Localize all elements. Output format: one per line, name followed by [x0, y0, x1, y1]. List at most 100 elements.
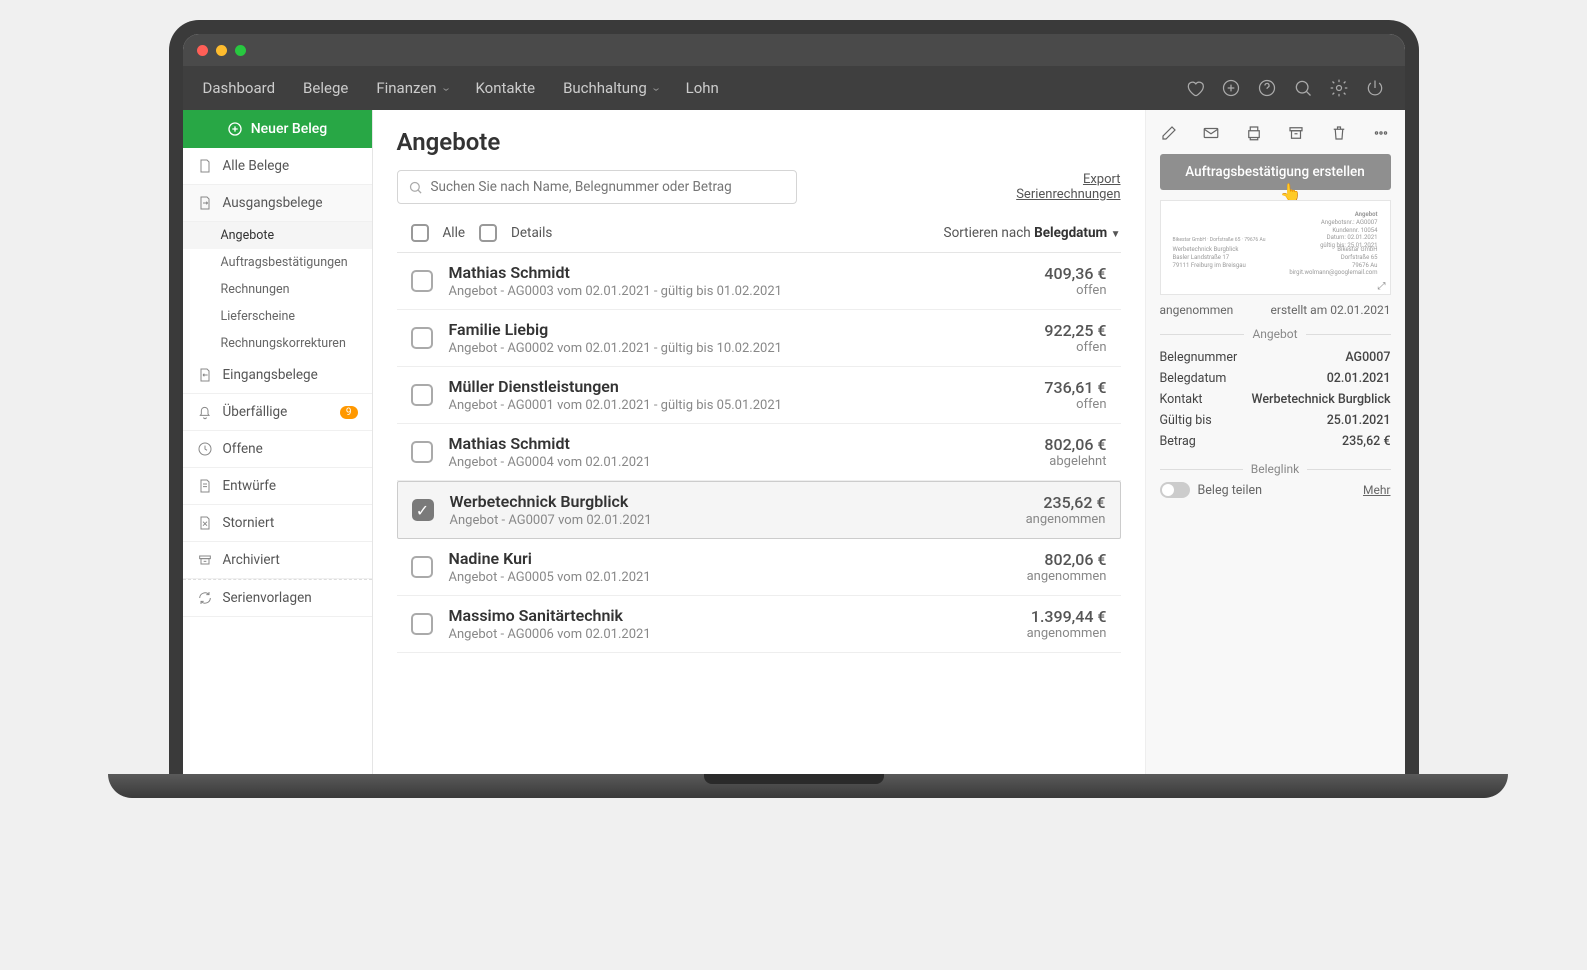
section-angebot: Angebot	[1160, 327, 1391, 341]
search-box[interactable]	[397, 170, 797, 204]
heart-icon[interactable]	[1185, 78, 1205, 98]
new-beleg-label: Neuer Beleg	[251, 121, 328, 137]
row-checkbox[interactable]	[411, 384, 433, 406]
details-checkbox[interactable]	[479, 224, 497, 242]
sidebar-angebote[interactable]: Angebote	[183, 222, 372, 249]
section-beleglink: Beleglink	[1160, 462, 1391, 476]
nav-dashboard[interactable]: Dashboard	[203, 79, 276, 97]
edit-icon[interactable]	[1160, 124, 1178, 142]
mehr-link[interactable]: Mehr	[1363, 483, 1391, 497]
export-link[interactable]: Export	[1016, 172, 1120, 187]
row-meta: Angebot - AG0005 vom 02.01.2021	[449, 570, 1027, 585]
row-meta: Angebot - AG0003 vom 02.01.2021 - gültig…	[449, 284, 1045, 299]
new-beleg-button[interactable]: Neuer Beleg	[183, 110, 372, 148]
archive-icon[interactable]	[1287, 124, 1305, 142]
serienrechnungen-link[interactable]: Serienrechnungen	[1016, 187, 1120, 202]
create-order-confirmation-button[interactable]: Auftragsbestätigung erstellen 👆	[1160, 154, 1391, 190]
expand-icon[interactable]: ⤢	[1378, 281, 1386, 292]
row-status: offen	[1044, 397, 1106, 412]
search-icon[interactable]	[1293, 78, 1313, 98]
row-checkbox[interactable]	[411, 327, 433, 349]
beleg-teilen-label: Beleg teilen	[1198, 483, 1263, 498]
row-checkbox[interactable]	[411, 270, 433, 292]
sidebar-offene[interactable]: Offene	[183, 431, 372, 468]
row-name: Werbetechnick Burgblick	[450, 492, 1026, 511]
mail-icon[interactable]	[1202, 124, 1220, 142]
sidebar-auftragsbestaetigungen[interactable]: Auftragsbestätigungen	[183, 249, 372, 276]
row-name: Massimo Sanitärtechnik	[449, 606, 1027, 625]
label-details: Details	[511, 225, 552, 241]
window-close-icon[interactable]	[197, 45, 208, 56]
sidebar-archiviert[interactable]: Archiviert	[183, 542, 372, 579]
nav-lohn[interactable]: Lohn	[686, 79, 719, 97]
row-meta: Angebot - AG0001 vom 02.01.2021 - gültig…	[449, 398, 1045, 413]
detail-field: BelegnummerAG0007	[1160, 347, 1391, 368]
nav-belege[interactable]: Belege	[303, 79, 348, 97]
row-amount: 409,36 €	[1044, 264, 1106, 283]
plus-circle-icon[interactable]	[1221, 78, 1241, 98]
row-name: Mathias Schmidt	[449, 434, 1045, 453]
beleg-teilen-toggle[interactable]	[1160, 482, 1190, 498]
more-icon[interactable]	[1372, 124, 1390, 142]
power-icon[interactable]	[1365, 78, 1385, 98]
row-checkbox[interactable]	[411, 441, 433, 463]
row-name: Nadine Kuri	[449, 549, 1027, 568]
list-row[interactable]: ✓ Werbetechnick Burgblick Angebot - AG0007…	[397, 481, 1121, 539]
list-row[interactable]: Mathias SchmidtAngebot - AG0003 vom 02.0…	[397, 253, 1121, 310]
document-icon	[197, 158, 213, 174]
sidebar-alle-belege[interactable]: Alle Belege	[183, 148, 372, 185]
search-input[interactable]	[431, 179, 786, 195]
row-amount: 1.399,44 €	[1027, 607, 1107, 626]
archive-icon	[197, 552, 213, 568]
sidebar-storniert[interactable]: Storniert	[183, 505, 372, 542]
row-status: angenommen	[1027, 626, 1107, 641]
plus-circle-icon	[227, 121, 243, 137]
sidebar-entwuerfe[interactable]: Entwürfe	[183, 468, 372, 505]
row-checkbox[interactable]: ✓	[412, 499, 434, 521]
sort-dropdown[interactable]: Sortieren nach Belegdatum ▼	[944, 225, 1121, 241]
search-icon	[408, 180, 423, 195]
top-nav: Dashboard Belege Finanzen Kontakte Buchh…	[183, 66, 1405, 110]
window-minimize-icon[interactable]	[216, 45, 227, 56]
detail-created: erstellt am 02.01.2021	[1271, 303, 1391, 317]
sidebar.lieferscheine[interactable]: Lieferscheine	[183, 303, 372, 330]
select-all-checkbox[interactable]	[411, 224, 429, 242]
sidebar-ausgangsbelege[interactable]: Ausgangsbelege	[183, 185, 372, 222]
window-maximize-icon[interactable]	[235, 45, 246, 56]
list-row[interactable]: Familie Liebig Angebot - AG0002 vom 02.01…	[397, 310, 1121, 367]
print-icon[interactable]	[1245, 124, 1263, 142]
row-meta: Angebot - AG0007 vom 02.01.2021	[450, 513, 1026, 528]
row-checkbox[interactable]	[411, 556, 433, 578]
nav-finanzen[interactable]: Finanzen	[376, 79, 447, 97]
window-titlebar	[183, 34, 1405, 66]
list-row[interactable]: Massimo Sanitärtechnik Angebot - AG0006 v…	[397, 596, 1121, 653]
row-status: offen	[1044, 283, 1106, 298]
help-icon[interactable]	[1257, 78, 1277, 98]
chevron-down-icon	[651, 79, 658, 97]
sidebar-eingangsbelege[interactable]: Eingangsbelege	[183, 357, 372, 394]
list-row[interactable]: Mathias SchmidtAngebot - AG0004 vom 02.0…	[397, 424, 1121, 481]
detail-field: Gültig bis25.01.2021	[1160, 410, 1391, 431]
row-name: Müller Dienstleistungen	[449, 377, 1045, 396]
row-meta: Angebot - AG0002 vom 02.01.2021 - gültig…	[449, 341, 1045, 356]
sidebar-rechnungen[interactable]: Rechnungen	[183, 276, 372, 303]
row-name: Familie Liebig	[449, 320, 1045, 339]
gear-icon[interactable]	[1329, 78, 1349, 98]
main-content: Angebote Export Serienrechnungen Alle De…	[373, 110, 1145, 774]
row-status: abgelehnt	[1044, 454, 1106, 469]
detail-status: angenommen	[1160, 303, 1234, 317]
nav-buchhaltung[interactable]: Buchhaltung	[563, 79, 658, 97]
list-row[interactable]: Müller Dienstleistungen Angebot - AG0001 …	[397, 367, 1121, 424]
document-preview[interactable]: Angebot Angebotsnr.: AG0007 Kundennr. 10…	[1160, 200, 1391, 295]
nav-kontakte[interactable]: Kontakte	[475, 79, 535, 97]
bell-icon	[197, 404, 213, 420]
row-meta: Angebot - AG0006 vom 02.01.2021	[449, 627, 1027, 642]
clock-icon	[197, 441, 213, 457]
list-row[interactable]: Nadine Kuri Angebot - AG0005 vom 02.01.20…	[397, 539, 1121, 596]
sidebar-rechnungskorrekturen[interactable]: Rechnungskorrekturen	[183, 330, 372, 357]
trash-icon[interactable]	[1330, 124, 1348, 142]
sidebar-ueberfaellige[interactable]: Überfällige 9	[183, 394, 372, 431]
detail-field: Betrag235,62 €	[1160, 431, 1391, 452]
sidebar-serienvorlagen[interactable]: Serienvorlagen	[183, 579, 372, 617]
row-checkbox[interactable]	[411, 613, 433, 635]
